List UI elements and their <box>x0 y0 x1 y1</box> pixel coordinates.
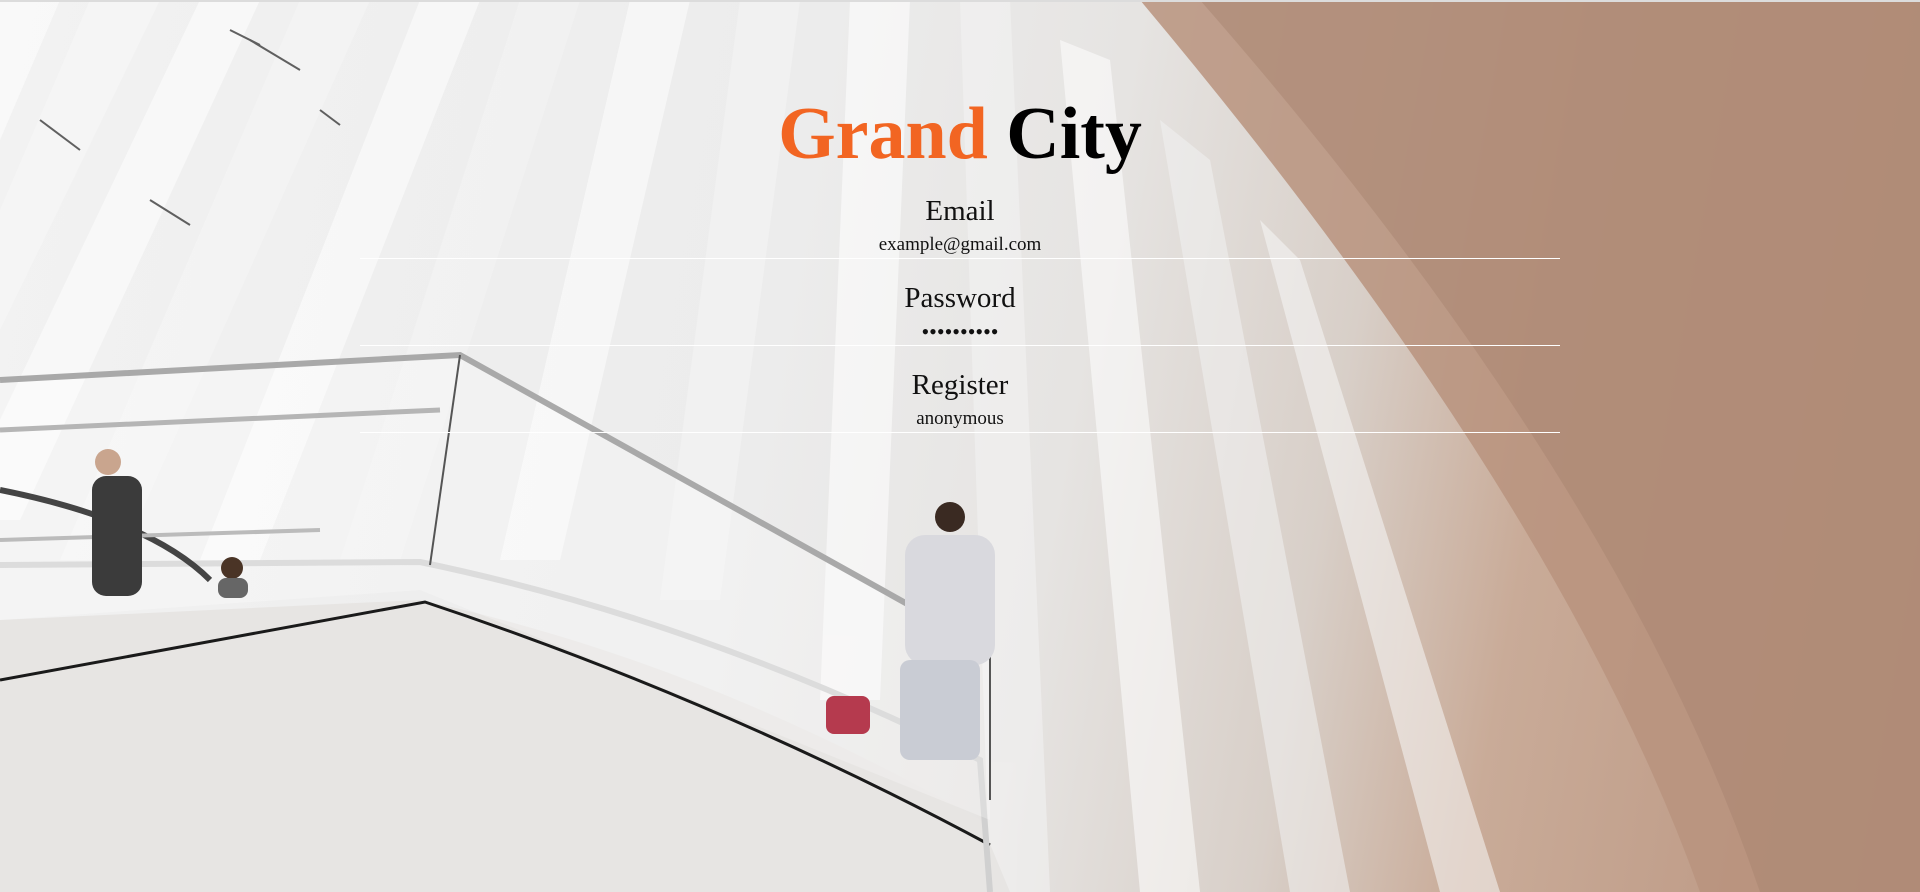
top-border <box>0 0 1920 2</box>
email-label: Email <box>925 195 995 227</box>
email-input[interactable] <box>360 232 1560 259</box>
password-field-group: Password <box>360 281 1560 346</box>
brand-title-main: City <box>1006 93 1142 175</box>
register-input[interactable] <box>360 406 1560 433</box>
password-label: Password <box>904 282 1016 314</box>
email-field-group: Email <box>360 194 1560 259</box>
brand-title-accent: Grand <box>778 93 988 175</box>
register-field-group: Register <box>360 368 1560 433</box>
register-label: Register <box>911 369 1009 401</box>
register-form: Grand City Email Password Register <box>360 90 1560 433</box>
password-input[interactable] <box>360 319 1560 346</box>
brand-title: Grand City <box>360 90 1560 178</box>
